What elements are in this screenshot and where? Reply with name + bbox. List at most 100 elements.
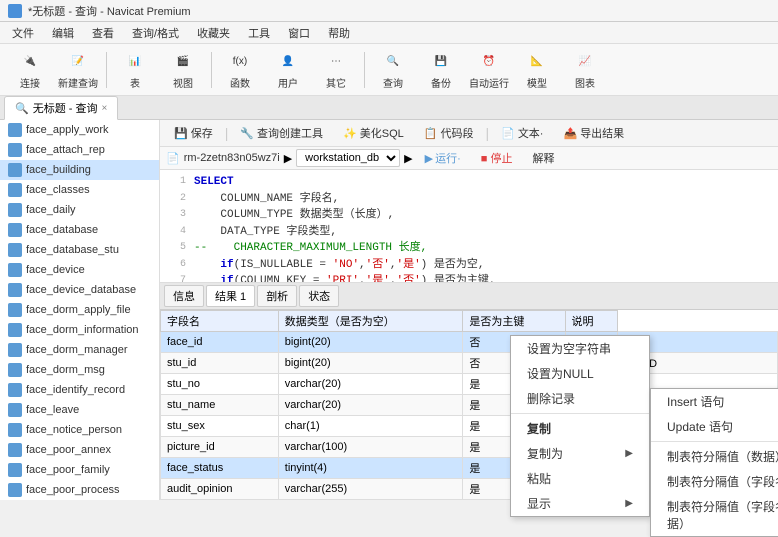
menu-item-工具[interactable]: 工具 — [240, 23, 278, 43]
sidebar-item-face_dorm_manager[interactable]: face_dorm_manager — [0, 340, 159, 360]
sidebar-item-face_daily[interactable]: face_daily — [0, 200, 159, 220]
newquery-icon: 📝 — [66, 49, 90, 73]
query-info-bar: 📄 rm-2zetn83n05wz7i ▶ workstation_db ▶ ▶… — [160, 147, 778, 170]
submenu-item-Update-语句[interactable]: Update 语句 — [651, 414, 778, 439]
code-line: 7 if(COLUMN_KEY = 'PRI','是','否') 是否为主键, — [164, 273, 774, 282]
export-button[interactable]: 📤 导出结果 — [555, 123, 632, 143]
sidebar-item-face_classes[interactable]: face_classes — [0, 180, 159, 200]
table-icon — [8, 283, 22, 297]
table-icon — [8, 223, 22, 237]
sidebar-item-face_device_database[interactable]: face_device_database — [0, 280, 159, 300]
sidebar-item-face_database[interactable]: face_database — [0, 220, 159, 240]
context-menu-item-复制为[interactable]: 复制为▶ — [511, 441, 649, 466]
menu-item-收藏夹[interactable]: 收藏夹 — [189, 23, 238, 43]
auto-icon: ⏰ — [477, 49, 501, 73]
results-tab-状态[interactable]: 状态 — [299, 285, 339, 307]
code-snippet-button[interactable]: 📋 代码段 — [416, 123, 482, 143]
toolbar-btn-user[interactable]: 👤用户 — [266, 48, 310, 92]
explain-button[interactable]: 解释 — [524, 149, 562, 167]
context-menu: 设置为空字符串设置为NULL删除记录复制复制为▶粘贴显示▶ — [510, 335, 650, 517]
table-header: 字段名数据类型（是否为空）是否为主键说明 — [161, 311, 778, 332]
sidebar-item-face_device[interactable]: face_device — [0, 260, 159, 280]
submenu-item-制表符分隔值（数据）[interactable]: 制表符分隔值（数据） — [651, 444, 778, 469]
toolbar-btn-new-query[interactable]: 📝新建查询 — [56, 48, 100, 92]
beautify-button[interactable]: ✨ 美化SQL — [335, 123, 412, 143]
code-line: 4 DATA_TYPE 字段类型, — [164, 224, 774, 241]
context-menu-item-设置为NULL[interactable]: 设置为NULL — [511, 361, 649, 386]
code-line: 3 COLUMN_TYPE 数据类型（长度）, — [164, 207, 774, 224]
stop-button[interactable]: ■ 停止 — [473, 149, 521, 167]
sidebar-item-face_dorm_apply_file[interactable]: face_dorm_apply_file — [0, 300, 159, 320]
chart-icon: 📈 — [573, 49, 597, 73]
sidebar-item-face_poor_process[interactable]: face_poor_process — [0, 480, 159, 500]
backup-icon: 💾 — [429, 49, 453, 73]
sidebar-item-face_notice_person[interactable]: face_notice_person — [0, 420, 159, 440]
context-menu-item-复制[interactable]: 复制 — [511, 416, 649, 441]
table-row[interactable]: face_idbigint(20)否是ID — [161, 332, 778, 353]
toolbar-btn-video[interactable]: 🎬视图 — [161, 48, 205, 92]
sidebar-item-face_database_stu[interactable]: face_database_stu — [0, 240, 159, 260]
tab-close[interactable]: × — [101, 103, 107, 114]
context-menu-item-显示[interactable]: 显示▶ — [511, 491, 649, 516]
code-line: 5-- CHARACTER_MAXIMUM_LENGTH 长度, — [164, 240, 774, 257]
submenu-item-Insert-语句[interactable]: Insert 语句 — [651, 389, 778, 414]
sidebar: face_apply_workface_attach_repface_build… — [0, 120, 160, 500]
toolbar-btn-connect[interactable]: 🔌连接 — [8, 48, 52, 92]
context-menu-item-删除记录[interactable]: 删除记录 — [511, 386, 649, 411]
sidebar-item-face_poor_family[interactable]: face_poor_family — [0, 460, 159, 480]
query-icon: 🔍 — [381, 49, 405, 73]
context-menu-item-设置为空字符串[interactable]: 设置为空字符串 — [511, 336, 649, 361]
menu-item-文件[interactable]: 文件 — [4, 23, 42, 43]
context-menu-item-粘贴[interactable]: 粘贴 — [511, 466, 649, 491]
toolbar-btn-func[interactable]: f(x)函数 — [218, 48, 262, 92]
toolbar-btn-model[interactable]: 📐模型 — [515, 48, 559, 92]
menu-item-查询/格式[interactable]: 查询/格式 — [124, 23, 187, 43]
table-icon — [8, 363, 22, 377]
menu-item-查看[interactable]: 查看 — [84, 23, 122, 43]
toolbar-btn-query[interactable]: 🔍查询 — [371, 48, 415, 92]
results-tab-信息[interactable]: 信息 — [164, 285, 204, 307]
submenu-item-制表符分隔值（字段名和数据）[interactable]: 制表符分隔值（字段名和数据） — [651, 494, 778, 536]
results-tab-结果 1[interactable]: 结果 1 — [206, 285, 255, 307]
toolbar-btn-other[interactable]: ⋯其它 — [314, 48, 358, 92]
table-icon — [8, 483, 22, 497]
code-editor[interactable]: 1SELECT2 COLUMN_NAME 字段名,3 COLUMN_TYPE 数… — [160, 170, 778, 282]
menu-item-窗口[interactable]: 窗口 — [280, 23, 318, 43]
sidebar-item-face_apply_work[interactable]: face_apply_work — [0, 120, 159, 140]
sidebar-item-face_dorm_msg[interactable]: face_dorm_msg — [0, 360, 159, 380]
sidebar-item-face_identify_record[interactable]: face_identify_record — [0, 380, 159, 400]
menu-bar: // Will be populated from data 文件编辑查看查询/… — [0, 22, 778, 44]
text-button[interactable]: 📄 文本· — [493, 123, 551, 143]
table-icon — [8, 243, 22, 257]
sidebar-item-face_leave[interactable]: face_leave — [0, 400, 159, 420]
run-button[interactable]: ▶ 运行· — [417, 149, 469, 167]
table-icon — [8, 423, 22, 437]
menu-item-编辑[interactable]: 编辑 — [44, 23, 82, 43]
query-tab[interactable]: 🔍 无标题 - 查询 × — [4, 96, 118, 120]
sidebar-item-face_building[interactable]: face_building — [0, 160, 159, 180]
table-icon — [8, 383, 22, 397]
save-button[interactable]: 💾 保存 — [166, 123, 221, 143]
table-row[interactable]: stu_idbigint(20)否否学生ID — [161, 353, 778, 374]
toolbar-btn-table[interactable]: 📊表 — [113, 48, 157, 92]
sidebar-item-face_dorm_information[interactable]: face_dorm_information — [0, 320, 159, 340]
table-icon — [8, 463, 22, 477]
results-tab-剖析[interactable]: 剖析 — [257, 285, 297, 307]
table-icon — [8, 143, 22, 157]
query-builder-button[interactable]: 🔧 查询创建工具 — [232, 123, 331, 143]
app-icon — [8, 4, 22, 18]
toolbar-btn-chart[interactable]: 📈图表 — [563, 48, 607, 92]
db-selector[interactable]: workstation_db — [296, 149, 400, 167]
menu-item-帮助[interactable]: 帮助 — [320, 23, 358, 43]
sidebar-item-face_attach_rep[interactable]: face_attach_rep — [0, 140, 159, 160]
submenu-arrow: ▶ — [625, 448, 633, 459]
submenu-item-制表符分隔值（字段名）[interactable]: 制表符分隔值（字段名） — [651, 469, 778, 494]
toolbar-btn-auto[interactable]: ⏰自动运行 — [467, 48, 511, 92]
table-icon — [8, 303, 22, 317]
toolbar-separator — [106, 52, 107, 88]
table-icon — [8, 403, 22, 417]
toolbar-btn-backup[interactable]: 💾备份 — [419, 48, 463, 92]
sidebar-item-face_poor_annex[interactable]: face_poor_annex — [0, 440, 159, 460]
table-icon — [8, 263, 22, 277]
table-icon — [8, 323, 22, 337]
